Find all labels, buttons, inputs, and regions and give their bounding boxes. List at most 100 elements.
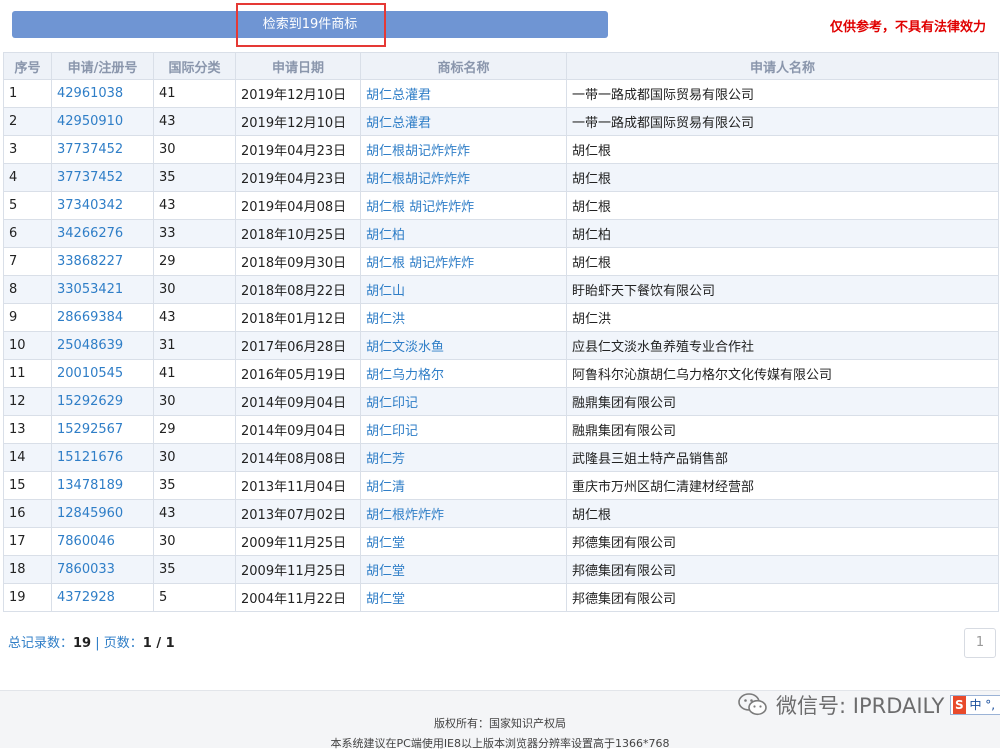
table-row: 5 37340342 43 2019年04月08日 胡仁根 胡记炸炸炸 胡仁根 (3, 191, 999, 220)
application-date-cell: 2016年05月19日 (235, 359, 361, 388)
registration-number-link[interactable]: 15292567 (51, 415, 154, 444)
class-cell: 5 (153, 583, 236, 612)
applicant-name-cell: 一带一路成都国际贸易有限公司 (566, 107, 999, 136)
trademark-name-link[interactable]: 胡仁总灌君 (360, 107, 567, 136)
column-header[interactable]: 商标名称 (360, 52, 567, 80)
applicant-name-cell: 胡仁根 (566, 499, 999, 528)
registration-number-link[interactable]: 37737452 (51, 135, 154, 164)
table-row: 14 15121676 30 2014年08月08日 胡仁芳 武隆县三姐土特产品销售部 (3, 443, 999, 472)
row-index-cell: 2 (3, 107, 52, 136)
applicant-name-cell: 胡仁根 (566, 191, 999, 220)
page-button[interactable]: 1 (964, 628, 996, 658)
registration-number-link[interactable]: 25048639 (51, 331, 154, 360)
class-cell: 35 (153, 163, 236, 192)
class-cell: 30 (153, 527, 236, 556)
registration-number-link[interactable]: 12845960 (51, 499, 154, 528)
application-date-cell: 2019年12月10日 (235, 79, 361, 108)
registration-number-link[interactable]: 42961038 (51, 79, 154, 108)
page-count-value: 1 / 1 (142, 636, 175, 651)
trademark-name-link[interactable]: 胡仁印记 (360, 387, 567, 416)
table-row: 10 25048639 31 2017年06月28日 胡仁文淡水鱼 应县仁文淡水鱼养殖专业… (3, 331, 999, 360)
table-header-row: 序号 申请/注册号 国际分类 申请日期 商标名称 申请人名称 (3, 52, 999, 80)
application-date-cell: 2014年09月04日 (235, 387, 361, 416)
registration-number-link[interactable]: 15292629 (51, 387, 154, 416)
class-cell: 43 (153, 303, 236, 332)
table-row: 18 7860033 35 2009年11月25日 胡仁堂 邦德集团有限公司 (3, 555, 999, 584)
row-index-cell: 1 (3, 79, 52, 108)
application-date-cell: 2014年09月04日 (235, 415, 361, 444)
applicant-name-cell: 胡仁柏 (566, 219, 999, 248)
trademark-name-link[interactable]: 胡仁总灌君 (360, 79, 567, 108)
column-header[interactable]: 国际分类 (153, 52, 236, 80)
row-index-cell: 4 (3, 163, 52, 192)
registration-number-link[interactable]: 7860033 (51, 555, 154, 584)
wechat-icon (738, 693, 767, 716)
column-header[interactable]: 申请/注册号 (51, 52, 154, 80)
column-header[interactable]: 序号 (3, 52, 52, 80)
registration-number-link[interactable]: 37737452 (51, 163, 154, 192)
table-row: 6 34266276 33 2018年10月25日 胡仁柏 胡仁柏 (3, 219, 999, 248)
trademark-name-link[interactable]: 胡仁印记 (360, 415, 567, 444)
row-index-cell: 3 (3, 135, 52, 164)
disclaimer-text: 仅供参考，不具有法律效力 (829, 20, 986, 35)
watermark-text: 微信号: IPRDAILY (776, 694, 945, 718)
class-cell: 30 (153, 387, 236, 416)
application-date-cell: 2019年04月23日 (235, 163, 361, 192)
registration-number-link[interactable]: 7860046 (51, 527, 154, 556)
class-cell: 43 (153, 191, 236, 220)
row-index-cell: 6 (3, 219, 52, 248)
applicant-name-cell: 盱眙虾天下餐饮有限公司 (566, 275, 999, 304)
trademark-name-link[interactable]: 胡仁根胡记炸炸炸 (360, 163, 567, 192)
application-date-cell: 2017年06月28日 (235, 331, 361, 360)
registration-number-link[interactable]: 34266276 (51, 219, 154, 248)
trademark-name-link[interactable]: 胡仁山 (360, 275, 567, 304)
browser-recommendation-text: 本系统建议在PC端使用IE8以上版本浏览器分辨率设置高于1366*768 (330, 737, 670, 750)
registration-number-link[interactable]: 33053421 (51, 275, 154, 304)
application-date-cell: 2019年04月08日 (235, 191, 361, 220)
registration-number-link[interactable]: 15121676 (51, 443, 154, 472)
application-date-cell: 2014年08月08日 (235, 443, 361, 472)
trademark-name-link[interactable]: 胡仁芳 (360, 443, 567, 472)
registration-number-link[interactable]: 4372928 (51, 583, 154, 612)
registration-number-link[interactable]: 20010545 (51, 359, 154, 388)
applicant-name-cell: 融鼎集团有限公司 (566, 387, 999, 416)
trademark-name-link[interactable]: 胡仁文淡水鱼 (360, 331, 567, 360)
registration-number-link[interactable]: 28669384 (51, 303, 154, 332)
applicant-name-cell: 阿鲁科尔沁旗胡仁乌力格尔文化传媒有限公司 (566, 359, 999, 388)
row-index-cell: 15 (3, 471, 52, 500)
row-index-cell: 19 (3, 583, 52, 612)
registration-number-link[interactable]: 13478189 (51, 471, 154, 500)
top-bar: 检索到19件商标 仅供参考，不具有法律效力 (0, 0, 1000, 50)
column-header[interactable]: 申请人名称 (566, 52, 999, 80)
trademark-name-link[interactable]: 胡仁堂 (360, 583, 567, 612)
trademark-name-link[interactable]: 胡仁根 胡记炸炸炸 (360, 247, 567, 276)
table-row: 9 28669384 43 2018年01月12日 胡仁洪 胡仁洪 (3, 303, 999, 332)
page-count-label: 页数： (103, 636, 143, 651)
applicant-name-cell: 胡仁根 (566, 163, 999, 192)
highlight-box (236, 3, 386, 47)
row-index-cell: 5 (3, 191, 52, 220)
trademark-name-link[interactable]: 胡仁堂 (360, 555, 567, 584)
trademark-name-link[interactable]: 胡仁堂 (360, 527, 567, 556)
application-date-cell: 2019年04月23日 (235, 135, 361, 164)
wechat-watermark: 微信号: IPRDAILY (738, 688, 944, 722)
applicant-name-cell: 融鼎集团有限公司 (566, 415, 999, 444)
registration-number-link[interactable]: 37340342 (51, 191, 154, 220)
registration-number-link[interactable]: 42950910 (51, 107, 154, 136)
trademark-name-link[interactable]: 胡仁乌力格尔 (360, 359, 567, 388)
table-row: 19 4372928 5 2004年11月22日 胡仁堂 邦德集团有限公司 (3, 583, 999, 612)
trademark-name-link[interactable]: 胡仁清 (360, 471, 567, 500)
trademark-name-link[interactable]: 胡仁根胡记炸炸炸 (360, 135, 567, 164)
trademark-name-link[interactable]: 胡仁柏 (360, 219, 567, 248)
column-header[interactable]: 申请日期 (235, 52, 361, 80)
trademark-name-link[interactable]: 胡仁洪 (360, 303, 567, 332)
application-date-cell: 2013年07月02日 (235, 499, 361, 528)
record-summary: 总记录数：19 | 页数：1 / 1 (8, 632, 175, 651)
trademark-name-link[interactable]: 胡仁根炸炸炸 (360, 499, 567, 528)
trademark-name-link[interactable]: 胡仁根 胡记炸炸炸 (360, 191, 567, 220)
row-index-cell: 9 (3, 303, 52, 332)
registration-number-link[interactable]: 33868227 (51, 247, 154, 276)
ime-toolbar[interactable]: S 中 °, (950, 695, 1000, 715)
class-cell: 41 (153, 79, 236, 108)
trademark-table: 序号 申请/注册号 国际分类 申请日期 商标名称 申请人名称 1 42961038… (3, 52, 999, 612)
